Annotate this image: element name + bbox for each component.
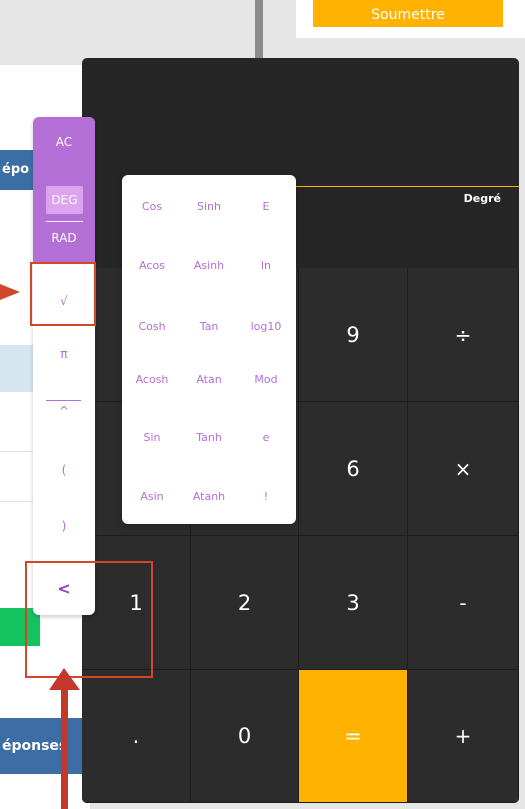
open-paren-button[interactable]: ( bbox=[33, 463, 95, 477]
func-mod[interactable]: Mod bbox=[238, 373, 294, 386]
func-atan[interactable]: Atan bbox=[181, 373, 237, 386]
clear-all-button[interactable]: AC bbox=[33, 135, 95, 149]
func-ln[interactable]: ln bbox=[238, 259, 294, 272]
func-sinh[interactable]: Sinh bbox=[181, 200, 237, 213]
func-asinh[interactable]: Asinh bbox=[181, 259, 237, 272]
annotation-arrow-up-icon bbox=[49, 668, 80, 690]
func-exp-notation[interactable]: E bbox=[238, 200, 294, 213]
key-divide[interactable]: ÷ bbox=[408, 268, 519, 402]
key-plus[interactable]: + bbox=[408, 670, 519, 803]
annotation-box-collapse bbox=[25, 561, 153, 678]
key-2[interactable]: 2 bbox=[191, 536, 299, 670]
mode-divider bbox=[46, 221, 83, 222]
key-decimal[interactable]: . bbox=[82, 670, 191, 803]
page-divider bbox=[255, 0, 263, 65]
key-9[interactable]: 9 bbox=[299, 268, 408, 402]
annotation-arrow-shaft bbox=[61, 686, 68, 809]
func-atanh[interactable]: Atanh bbox=[181, 490, 237, 503]
annotation-arrow-right-icon bbox=[0, 284, 20, 300]
scientific-side-panel: AC DEG RAD √ π ^ ( ) < bbox=[33, 117, 95, 615]
func-tan[interactable]: Tan bbox=[181, 320, 237, 333]
pi-button[interactable]: π bbox=[33, 347, 95, 361]
annotation-box-sqrt bbox=[30, 262, 96, 326]
angle-mode-label: Degré bbox=[463, 192, 501, 205]
key-minus[interactable]: - bbox=[408, 536, 519, 670]
func-acosh[interactable]: Acosh bbox=[124, 373, 180, 386]
func-log10[interactable]: log10 bbox=[238, 320, 294, 333]
strip-divider bbox=[46, 400, 81, 401]
func-acos[interactable]: Acos bbox=[124, 259, 180, 272]
key-equals[interactable]: = bbox=[299, 670, 408, 803]
func-asin[interactable]: Asin bbox=[124, 490, 180, 503]
func-cos[interactable]: Cos bbox=[124, 200, 180, 213]
func-sin[interactable]: Sin bbox=[124, 431, 180, 444]
radian-mode-button[interactable]: RAD bbox=[33, 231, 95, 245]
answers-section-header: éponses bbox=[0, 718, 90, 774]
function-popup: Cos Sinh E Acos Asinh ln Cosh Tan log10 … bbox=[122, 175, 296, 524]
func-euler[interactable]: e bbox=[238, 431, 294, 444]
func-cosh[interactable]: Cosh bbox=[124, 320, 180, 333]
power-button[interactable]: ^ bbox=[33, 404, 95, 418]
key-multiply[interactable]: × bbox=[408, 402, 519, 536]
close-paren-button[interactable]: ) bbox=[33, 519, 95, 533]
func-tanh[interactable]: Tanh bbox=[181, 431, 237, 444]
degree-mode-button[interactable]: DEG bbox=[46, 186, 83, 214]
submit-button[interactable]: Soumettre bbox=[313, 0, 503, 27]
key-3[interactable]: 3 bbox=[299, 536, 408, 670]
key-0[interactable]: 0 bbox=[191, 670, 299, 803]
key-6[interactable]: 6 bbox=[299, 402, 408, 536]
func-factorial[interactable]: ! bbox=[238, 490, 294, 503]
